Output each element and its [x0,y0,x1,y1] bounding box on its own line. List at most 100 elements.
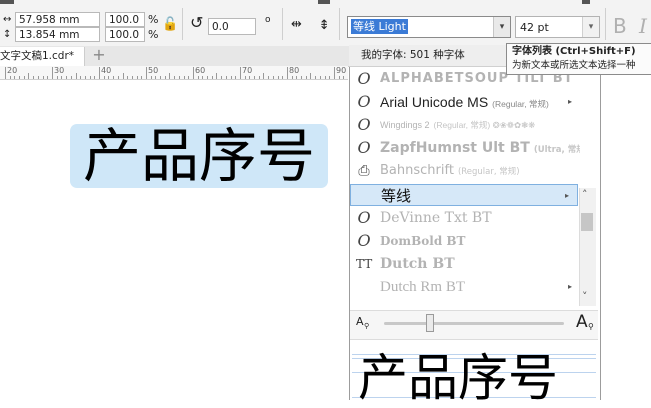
preview-zoom-bar [350,310,598,340]
ruler-tick [141,76,142,79]
zoom-out-icon[interactable]: A [356,315,364,328]
scroll-thumb[interactable] [581,213,593,231]
ruler-tick [165,76,166,79]
selected-text-object[interactable]: 产品序号 [70,124,328,188]
opentype-font-icon: O [357,92,371,111]
ruler-tick [231,76,232,79]
font-list-item[interactable]: O Arial Unicode MS (Regular, 常规) ▸ [350,91,580,113]
ruler-tick [282,76,283,79]
opentype-font-icon: O [357,115,371,134]
font-list-item[interactable]: ⎙ Bahnschrift (Regular, 常规) [350,160,580,182]
lock-ratio-icon[interactable]: 🔓 [162,17,178,32]
ruler-tick [287,67,288,79]
font-size-dropdown-arrow[interactable]: ▾ [582,17,599,37]
separator [182,8,183,40]
submenu-arrow-icon[interactable]: ▸ [565,191,569,200]
toolbar-edge [0,0,14,4]
font-name: DeVinne Txt BT [380,210,492,226]
ruler-tick [343,76,344,79]
ruler-tick [52,67,53,79]
ruler-tick [61,76,62,79]
ruler-tick [85,76,86,79]
ruler-tick [249,76,250,79]
ruler-tick [254,76,255,79]
ruler-tick [179,76,180,79]
ruler-tick [339,76,340,79]
ruler-tick [151,76,152,79]
font-list-item[interactable]: 等线 ▸ [350,184,578,206]
ruler-tick [155,76,156,79]
truetype-font-icon: TT [356,257,373,271]
font-size-combobox[interactable]: 42 pt ▾ [515,16,600,38]
font-size-value[interactable]: 42 pt [520,20,549,35]
horizontal-ruler[interactable]: 20 30 40 50 60 70 80 90 [0,66,348,80]
ruler-tick [90,76,91,79]
mirror-horizontal-icon[interactable]: ⇹ [291,17,302,32]
ruler-tick [127,76,128,79]
font-list-item[interactable]: TT Dutch BT [350,253,580,275]
submenu-arrow-icon[interactable]: ▸ [568,97,572,106]
submenu-arrow-icon[interactable]: ▸ [568,282,572,291]
bold-button[interactable]: B [613,14,627,38]
ruler-tick [169,73,170,79]
ruler-tick [174,76,175,79]
font-list-item[interactable]: O DomBold BT [350,230,580,252]
separator [605,8,606,40]
ruler-tick [76,73,77,79]
ruler-tick [296,76,297,79]
ruler-tick [235,76,236,79]
scale-y-field[interactable]: 100.0 [105,27,145,42]
font-name: DomBold BT [380,234,466,248]
ruler-tick [207,76,208,79]
document-tab[interactable]: 文字文稿1.cdr* [0,47,85,66]
height-icon: ↕ [3,29,12,40]
font-style-meta: (Regular, 常规) [492,99,549,109]
ruler-label: 60 [195,66,206,75]
scroll-down-icon[interactable]: ˅ [582,290,588,303]
preview-zoom-slider[interactable] [426,314,434,332]
font-list-item[interactable]: O ZapfHumnst Ult BT(Ultra, 常规) [350,137,580,159]
separator [282,8,283,40]
ruler-tick [104,76,105,79]
ruler-tick [99,67,100,79]
ruler-label: 90 [336,66,347,75]
ruler-tick [292,76,293,79]
ruler-label: 50 [148,66,159,75]
scale-x-field[interactable]: 100.0 [105,12,145,27]
font-name-combobox[interactable]: 等线 Light ▾ [347,16,511,38]
ruler-tick [320,76,321,79]
font-name: Dutch BT [380,256,455,272]
opentype-font-icon: O [357,69,371,88]
font-list-item[interactable]: O DeVinne Txt BT [350,207,580,229]
add-tab-button[interactable]: + [90,47,108,65]
ruler-tick [193,67,194,79]
font-list-item[interactable]: Dutch Rm BT ▸ [350,276,580,298]
object-width-field[interactable]: 57.958 mm [15,12,100,27]
scroll-up-icon[interactable]: ˄ [582,188,588,201]
zoom-in-icon[interactable]: A [576,312,588,332]
ruler-tick [268,76,269,79]
ruler-tick [301,76,302,79]
ruler-tick [198,76,199,79]
width-icon: ↔ [3,14,12,25]
font-list-item[interactable]: O Wingdings 2 (Regular, 常规) ❂❀❁✿❃❋ [350,114,580,136]
opentype-font-icon: O [357,231,371,250]
font-name-dropdown-arrow[interactable]: ▾ [493,17,510,37]
ruler-label: 30 [54,66,65,75]
toolbar-edge [318,0,330,4]
mirror-vertical-icon[interactable]: ⇹ [316,19,331,30]
font-style-meta: (Regular, 常规) [457,167,520,177]
ruler-tick [240,67,241,79]
font-name-value[interactable]: 等线 Light [351,19,408,34]
font-list-scrollbar[interactable] [579,188,596,306]
ruler-tick [132,76,133,79]
object-height-field[interactable]: 13.854 mm [15,27,100,42]
ruler-tick [278,76,279,79]
ruler-tick [273,76,274,79]
ruler-tick [263,73,264,79]
font-preview-text: 产品序号 [358,349,558,407]
preview-zoom-track[interactable] [384,322,564,325]
ruler-tick [146,67,147,79]
rotation-angle-field[interactable]: 0.0 [208,18,256,35]
italic-button[interactable]: I [639,14,647,38]
